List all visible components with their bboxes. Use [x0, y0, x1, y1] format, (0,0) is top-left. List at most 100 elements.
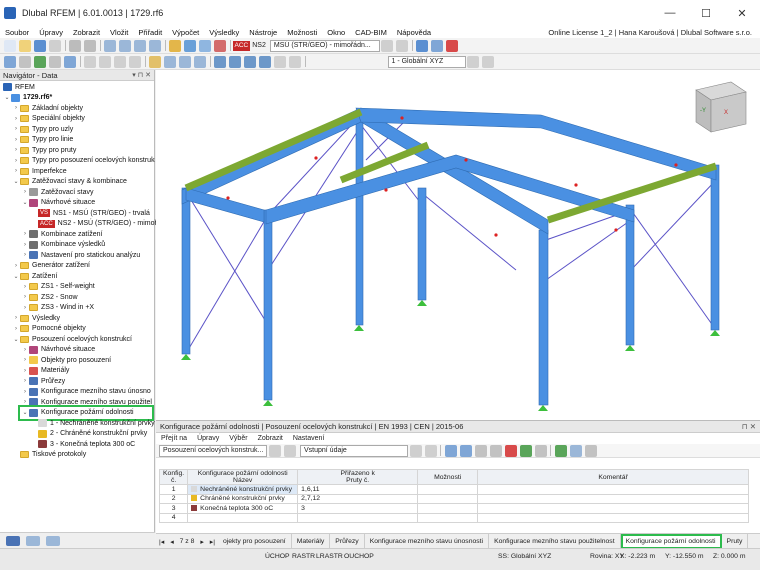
node-icon[interactable] — [34, 55, 46, 68]
tree-item[interactable]: 2 - Chráněné konstrukční prvky — [38, 429, 147, 440]
row-options[interactable] — [417, 512, 479, 523]
print-icon[interactable] — [49, 39, 61, 52]
chevron-right-icon[interactable]: › — [12, 263, 20, 269]
chevron-right-icon[interactable]: › — [12, 315, 20, 321]
panel-controls[interactable]: ⊓ ✕ — [742, 421, 756, 433]
chevron-right-icon[interactable]: › — [21, 242, 29, 248]
view-icon[interactable] — [431, 39, 444, 52]
tree-item[interactable]: › Typy pro pruty — [12, 145, 76, 156]
menu-options[interactable]: Možnosti — [282, 28, 322, 37]
undo-icon[interactable] — [69, 39, 81, 52]
prev-page-icon[interactable]: ◂ — [167, 538, 176, 546]
menu-insert[interactable]: Vložit — [105, 28, 133, 37]
tree-item[interactable]: Tiskové protokoly — [12, 450, 86, 461]
tree-item[interactable]: 3 - Konečná teplota 300 oC — [38, 439, 135, 450]
row-members[interactable] — [297, 512, 419, 523]
tree-item[interactable]: › ZS1 - Self-weight — [21, 282, 95, 293]
chevron-down-icon[interactable]: ⌄ — [12, 273, 20, 280]
row-members[interactable]: 3 — [297, 503, 419, 514]
panel-menu-edit[interactable]: Úpravy — [192, 435, 224, 442]
tree-item[interactable]: ⌄ Posouzení ocelových konstrukcí — [12, 334, 132, 345]
tree-item[interactable]: › ZS3 - Wind in +X — [21, 303, 94, 314]
tree-item[interactable]: ⌄ Zatěžovací stavy & kombinace — [12, 177, 127, 188]
tree-item[interactable]: VS NS1 - MSÚ (STR/GEO) - trvalá — [38, 208, 150, 219]
tree-item[interactable]: › Nastavení pro statickou analýzu — [21, 250, 140, 261]
table-icon[interactable] — [119, 39, 131, 52]
tree-item[interactable]: › Kombinace výsledků — [21, 240, 105, 251]
delete-icon[interactable] — [504, 444, 517, 457]
chevron-right-icon[interactable]: › — [21, 284, 29, 290]
tree-item[interactable]: › Objekty pro posouzení — [21, 355, 111, 366]
tree-item[interactable]: › Výsledky — [12, 313, 60, 324]
tree-item[interactable]: › Imperfekce — [12, 166, 67, 177]
view-iso-icon[interactable] — [214, 55, 226, 68]
row-name-cell[interactable]: Chráněné konstrukční prvky — [187, 493, 299, 504]
row-name-cell[interactable]: Nechráněné konstrukční prvky — [187, 484, 299, 495]
navigator-icon[interactable] — [149, 39, 161, 52]
workplane-icon[interactable] — [467, 55, 479, 68]
chevron-down-icon[interactable]: ⌄ — [21, 199, 29, 206]
chevron-right-icon[interactable]: › — [12, 168, 20, 174]
menu-assign[interactable]: Přiřadit — [133, 28, 167, 37]
table-row[interactable]: 4 — [158, 512, 749, 523]
tree-item[interactable]: › Typy pro linie — [12, 135, 73, 146]
chevron-right-icon[interactable]: › — [12, 105, 20, 111]
tab-members[interactable]: Pruty — [722, 534, 749, 549]
save-icon[interactable] — [34, 39, 46, 52]
module-select[interactable]: Posouzení ocelových konstruk... — [159, 444, 267, 457]
chevron-right-icon[interactable]: › — [21, 231, 29, 237]
panel-menu-settings[interactable]: Nastavení — [288, 435, 330, 442]
next-icon[interactable] — [283, 444, 296, 457]
select-in-model-icon[interactable] — [444, 444, 457, 457]
tree-item[interactable]: › Zatěžovací stavy — [21, 187, 94, 198]
menu-file[interactable]: Soubor — [0, 28, 34, 37]
views-tab-icon[interactable] — [46, 535, 60, 546]
menu-edit[interactable]: Úpravy — [34, 28, 68, 37]
chevron-right-icon[interactable]: › — [21, 252, 29, 258]
tree-item[interactable]: ⌄ Návrhové situace — [21, 198, 95, 209]
chevron-right-icon[interactable]: › — [21, 368, 29, 374]
tab-sections[interactable]: Průřezy — [330, 534, 365, 549]
settings-icon[interactable] — [584, 444, 597, 457]
menu-view[interactable]: Zobrazit — [68, 28, 105, 37]
tree-item[interactable]: › Generátor zatížení — [12, 261, 90, 272]
panel-icon[interactable] — [134, 39, 146, 52]
model-viewport[interactable]: -Y X — [156, 70, 760, 420]
chevron-down-icon[interactable]: ⌄ — [21, 409, 29, 416]
tree-item[interactable]: › Základní objekty — [12, 103, 83, 114]
view-cube-icon[interactable]: -Y X — [695, 81, 747, 133]
select-icon[interactable] — [4, 55, 16, 68]
mirror-icon[interactable] — [129, 55, 141, 68]
row-comment[interactable] — [477, 493, 749, 504]
tree-item[interactable]: › Konfigurace mezního stavu únosno — [21, 387, 151, 398]
tree-item[interactable]: › Typy pro posouzení ocelových konstruk — [12, 156, 155, 167]
previous-icon[interactable] — [268, 444, 281, 457]
tab-design-objects[interactable]: ojekty pro posouzení — [218, 534, 292, 549]
minimize-button[interactable]: — — [652, 0, 688, 26]
filter-icon[interactable] — [446, 39, 459, 52]
first-page-icon[interactable]: |◂ — [156, 538, 167, 546]
tree-item[interactable]: › Konfigurace mezního stavu použitel — [21, 397, 152, 408]
chevron-down-icon[interactable]: ⌄ — [12, 178, 20, 185]
chevron-right-icon[interactable]: › — [21, 399, 29, 405]
chevron-right-icon[interactable]: › — [12, 137, 20, 143]
tree-item[interactable]: ⌄ Zatížení — [12, 271, 57, 282]
table-row[interactable]: 2 Chráněné konstrukční prvky 2,7,12 — [158, 493, 749, 504]
maximize-button[interactable]: ☐ — [688, 0, 724, 26]
panel-menu-view[interactable]: Zobrazit — [253, 435, 288, 442]
previous-table-icon[interactable] — [409, 444, 422, 457]
tree-file[interactable]: ⌄ 1729.rf6* — [3, 93, 52, 104]
row-options[interactable] — [417, 493, 479, 504]
pick-icon[interactable] — [459, 444, 472, 457]
data-tab-icon[interactable] — [6, 535, 20, 546]
row-members[interactable]: 1,6,11 — [297, 484, 419, 495]
row-name-cell[interactable] — [187, 512, 299, 523]
panel-menu-goto[interactable]: Přejít na — [156, 435, 192, 442]
redo-icon[interactable] — [84, 39, 96, 52]
rotate-icon[interactable] — [114, 55, 126, 68]
view-y-icon[interactable] — [244, 55, 256, 68]
coord-system-select[interactable]: 1 - Globální XYZ — [387, 55, 466, 68]
chevron-down-icon[interactable]: ⌄ — [12, 336, 20, 343]
layout-icon[interactable] — [104, 39, 116, 52]
tree-item[interactable]: › Návrhové situace — [21, 345, 95, 356]
